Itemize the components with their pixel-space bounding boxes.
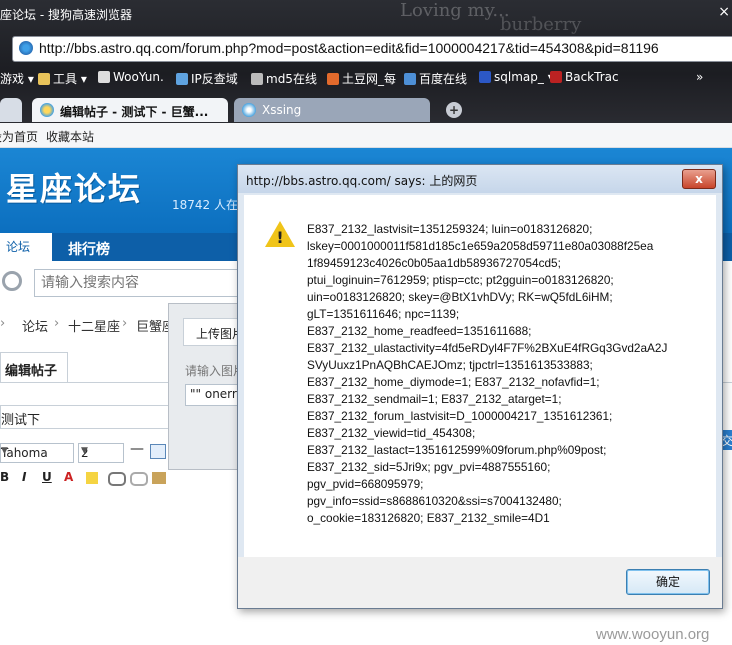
subject-input[interactable]: 测试下 <box>0 405 182 429</box>
breadcrumb-item[interactable]: 十二星座 <box>68 316 120 335</box>
dialog-message-line: lskey=0001000011f581d185c1e659a2058d5971… <box>307 239 654 253</box>
backtrack-icon <box>550 71 562 83</box>
bookmarks-more-icon[interactable]: » <box>696 70 703 84</box>
site-favicon-icon <box>19 41 33 55</box>
chevron-down-icon: ▼ <box>81 446 88 456</box>
md5-icon <box>251 73 263 85</box>
bookmark-item[interactable]: WooYun. <box>98 70 164 84</box>
search-icon[interactable] <box>2 271 22 291</box>
tab-xssing[interactable]: Xssing <box>234 98 430 122</box>
tab-previous[interactable] <box>0 98 22 122</box>
dialog-message-line: E837_2132_sendmail=1; E837_2132_atarget=… <box>307 392 562 406</box>
dialog-message-line: pgv_info=ssid=s8688610320&ssi=s700413248… <box>307 494 562 508</box>
bookmark-item[interactable]: sqlmap_ ▾ <box>479 70 554 84</box>
dialog-message-line: uin=o0183126820; skey=@BtX1vhDVy; RK=wQ5… <box>307 290 613 304</box>
address-url[interactable]: http://bbs.astro.qq.com/forum.php?mod=po… <box>39 40 659 56</box>
dialog-message-line: gLT=1351611646; npc=1139; <box>307 307 460 321</box>
size-select[interactable]: 2 ▼ <box>78 443 124 463</box>
underline-button[interactable]: U <box>42 470 52 484</box>
font-color-button[interactable]: A <box>64 470 73 484</box>
tab-favicon-icon <box>40 103 54 117</box>
tab-label: Xssing <box>262 103 302 117</box>
ok-button[interactable]: 确定 <box>626 569 710 595</box>
dialog-message-line: E837_2132_forum_lastvisit=D_1000004217_1… <box>307 409 613 423</box>
breadcrumb-separator: › <box>122 316 128 331</box>
italic-button[interactable]: I <box>22 470 26 484</box>
dialog-message-line: pgv_pvid=668095979; <box>307 477 424 491</box>
tudou-icon <box>327 73 339 85</box>
upload-image-tab[interactable]: 上传图片 <box>183 318 245 346</box>
tab-strip: 编辑帖子 - 测试下 - 巨蟹... Xssing + <box>0 94 732 123</box>
horizontal-rule-icon[interactable]: — <box>130 441 144 457</box>
format-toolbar: B I U A <box>0 468 180 488</box>
folder-icon <box>38 73 50 85</box>
dialog-message-line: SVyUuxz1PnAQBhCAEJOmz; tjpctrl=135161353… <box>307 358 593 372</box>
tab-favicon-icon <box>242 103 256 117</box>
address-bar[interactable]: http://bbs.astro.qq.com/forum.php?mod=po… <box>12 36 732 62</box>
breadcrumb-separator: › <box>0 316 6 331</box>
breadcrumb-item[interactable]: 论坛 <box>22 316 48 335</box>
window-title: 座论坛 - 搜狗高速浏览器 <box>0 8 132 22</box>
dialog-message-line: E837_2132_lastvisit=1351259324; luin=o01… <box>307 222 593 236</box>
nav-ranking[interactable]: 排行榜 <box>68 239 110 259</box>
skin-decoration-text: Loving my... <box>400 0 510 21</box>
bookmark-item[interactable]: IP反查域 <box>176 70 238 87</box>
font-select[interactable]: Tahoma ▼ <box>0 443 74 463</box>
link-icon[interactable] <box>108 472 126 486</box>
unlink-icon[interactable] <box>130 472 148 486</box>
tab-edit-post[interactable]: 编辑帖子 - 测试下 - 巨蟹... <box>32 98 228 122</box>
forum-logo[interactable]: 星座论坛 <box>6 164 142 210</box>
set-home-link[interactable]: 设为首页 <box>0 128 38 145</box>
dialog-message-line: E837_2132_viewid=tid_454308; <box>307 426 476 440</box>
dialog-close-button[interactable]: x <box>682 169 716 189</box>
bookmark-item[interactable]: 百度在线 <box>404 70 467 87</box>
browser-chrome: 座论坛 - 搜狗高速浏览器 Loving my... burberry × ht… <box>0 0 732 123</box>
bookmark-item[interactable]: md5在线 <box>251 70 317 87</box>
warning-mark-icon: ! <box>276 228 284 247</box>
upload-hint: 请输入图片 <box>185 364 246 378</box>
bookmark-item[interactable]: 土豆网_每 <box>327 70 396 87</box>
dialog-footer: 确定 <box>238 557 722 608</box>
dialog-message-line: E837_2132_sid=5Jri9x; pgv_pvi=4887555160… <box>307 460 551 474</box>
clear-format-icon[interactable] <box>152 472 166 484</box>
dialog-title-bar[interactable]: http://bbs.astro.qq.com/ says: 上的网页 x <box>238 165 722 193</box>
dialog-message: E837_2132_lastvisit=1351259324; luin=o01… <box>307 221 707 527</box>
wooyun-icon <box>98 71 110 83</box>
ip-icon <box>176 73 188 85</box>
dialog-title: http://bbs.astro.qq.com/ says: 上的网页 <box>246 174 478 188</box>
edit-post-tab[interactable]: 编辑帖子 <box>0 352 68 383</box>
dialog-message-line: E837_2132_home_readfeed=1351611688; <box>307 324 532 338</box>
new-tab-button[interactable]: + <box>446 102 462 118</box>
bookmark-item[interactable]: 工具 ▾ <box>38 70 87 87</box>
highlight-icon[interactable] <box>86 472 98 484</box>
bookmark-site-link[interactable]: 收藏本站 <box>46 128 94 145</box>
bookmarks-bar: 游戏 ▾ 工具 ▾ WooYun. IP反查域 md5在线 土豆网_每 百度在线… <box>0 66 732 90</box>
dialog-message-line: 1f89459123c4026c0b05aa1db58936727054cd5; <box>307 256 561 270</box>
dialog-message-line: ptui_loginuin=7612959; ptisp=ctc; pt2ggu… <box>307 273 614 287</box>
translate-icon <box>404 73 416 85</box>
alert-dialog: http://bbs.astro.qq.com/ says: 上的网页 x ! … <box>237 164 723 609</box>
tab-label: 编辑帖子 - 测试下 - 巨蟹... <box>60 105 209 119</box>
watermark: www.wooyun.org <box>596 626 710 643</box>
editor-toolbar: Tahoma ▼ 2 ▼ — <box>0 441 180 463</box>
nav-forum[interactable]: 论坛 <box>0 233 52 261</box>
site-top-links: 设为首页 收藏本站 <box>0 123 732 148</box>
breadcrumb-separator: › <box>54 316 60 331</box>
dialog-body: ! E837_2132_lastvisit=1351259324; luin=o… <box>244 195 716 557</box>
baidu-icon <box>479 71 491 83</box>
title-bar: 座论坛 - 搜狗高速浏览器 Loving my... burberry × <box>0 0 732 35</box>
window-close-icon[interactable]: × <box>718 4 730 20</box>
table-icon[interactable] <box>150 444 166 459</box>
dialog-message-line: E837_2132_lastact=1351612599%09forum.php… <box>307 443 607 457</box>
bold-button[interactable]: B <box>0 470 9 484</box>
dialog-message-line: E837_2132_ulastactivity=4fd5eRDyl4F7F%2B… <box>307 341 668 355</box>
bookmark-item[interactable]: 游戏 ▾ <box>0 70 34 87</box>
skin-decoration-text-2: burberry <box>500 14 582 35</box>
dialog-message-line: o_cookie=183126820; E837_2132_smile=4D1 <box>307 511 550 525</box>
dialog-message-line: E837_2132_home_diymode=1; E837_2132_nofa… <box>307 375 600 389</box>
bookmark-item[interactable]: BackTrac <box>550 70 619 84</box>
chevron-down-icon: ▼ <box>1 446 8 456</box>
